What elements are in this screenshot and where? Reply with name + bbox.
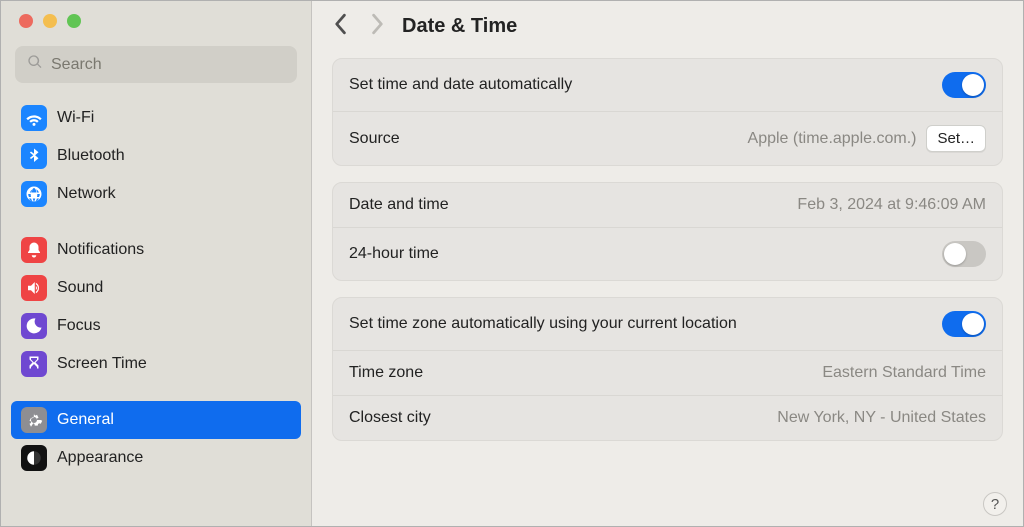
sidebar-item-bluetooth[interactable]: Bluetooth bbox=[11, 137, 301, 175]
sidebar-item-label: Notifications bbox=[57, 241, 144, 259]
timezone-panel: Set time zone automatically using your c… bbox=[332, 297, 1003, 441]
bluetooth-icon bbox=[21, 143, 47, 169]
close-window-button[interactable] bbox=[19, 14, 33, 28]
bell-icon bbox=[21, 237, 47, 263]
back-button[interactable] bbox=[332, 13, 348, 40]
forward-button[interactable] bbox=[370, 13, 386, 40]
sidebar-item-focus[interactable]: Focus bbox=[11, 307, 301, 345]
source-value: Apple (time.apple.com.) bbox=[748, 130, 917, 148]
gear-icon bbox=[21, 407, 47, 433]
sidebar-item-label: Screen Time bbox=[57, 355, 147, 373]
city-value: New York, NY - United States bbox=[777, 409, 986, 427]
city-label: Closest city bbox=[349, 409, 431, 427]
auto-time-toggle[interactable] bbox=[942, 72, 986, 98]
date-time-panel: Date and time Feb 3, 2024 at 9:46:09 AM … bbox=[332, 182, 1003, 281]
search-field[interactable] bbox=[15, 46, 297, 83]
help-button[interactable]: ? bbox=[983, 492, 1007, 516]
maximize-window-button[interactable] bbox=[67, 14, 81, 28]
sidebar-item-label: General bbox=[57, 411, 114, 429]
tz-label: Time zone bbox=[349, 364, 423, 382]
h24-toggle[interactable] bbox=[942, 241, 986, 267]
sidebar-item-network[interactable]: Network bbox=[11, 175, 301, 213]
sidebar-item-label: Wi-Fi bbox=[57, 109, 94, 127]
sidebar-item-screentime[interactable]: Screen Time bbox=[11, 345, 301, 383]
wifi-icon bbox=[21, 105, 47, 131]
sidebar-item-label: Focus bbox=[57, 317, 101, 335]
moon-icon bbox=[21, 313, 47, 339]
sidebar-item-sound[interactable]: Sound bbox=[11, 269, 301, 307]
settings-window: Wi-Fi Bluetooth Network Notifications bbox=[1, 1, 1023, 526]
globe-icon bbox=[21, 181, 47, 207]
minimize-window-button[interactable] bbox=[43, 14, 57, 28]
main-content: Date & Time Set time and date automatica… bbox=[312, 1, 1023, 526]
tz-value: Eastern Standard Time bbox=[822, 364, 986, 382]
sidebar-item-general[interactable]: General bbox=[11, 401, 301, 439]
set-source-button[interactable]: Set… bbox=[926, 125, 986, 152]
date-time-label: Date and time bbox=[349, 196, 449, 214]
source-label: Source bbox=[349, 130, 400, 148]
sidebar-item-label: Bluetooth bbox=[57, 147, 125, 165]
sidebar-item-wifi[interactable]: Wi-Fi bbox=[11, 99, 301, 137]
sidebar-item-label: Network bbox=[57, 185, 116, 203]
auto-tz-label: Set time zone automatically using your c… bbox=[349, 315, 737, 333]
speaker-icon bbox=[21, 275, 47, 301]
hourglass-icon bbox=[21, 351, 47, 377]
sidebar-item-appearance[interactable]: Appearance bbox=[11, 439, 301, 477]
content-header: Date & Time bbox=[312, 1, 1023, 52]
search-icon bbox=[27, 54, 43, 75]
auto-tz-toggle[interactable] bbox=[942, 311, 986, 337]
sidebar-item-notifications[interactable]: Notifications bbox=[11, 231, 301, 269]
search-input[interactable] bbox=[51, 56, 285, 74]
date-time-value: Feb 3, 2024 at 9:46:09 AM bbox=[797, 196, 986, 214]
sidebar-item-label: Sound bbox=[57, 279, 103, 297]
sidebar-item-label: Appearance bbox=[57, 449, 143, 467]
sidebar: Wi-Fi Bluetooth Network Notifications bbox=[1, 1, 312, 526]
h24-label: 24-hour time bbox=[349, 245, 439, 263]
window-controls bbox=[1, 1, 311, 38]
appearance-icon bbox=[21, 445, 47, 471]
auto-time-panel: Set time and date automatically Source A… bbox=[332, 58, 1003, 166]
auto-time-label: Set time and date automatically bbox=[349, 76, 572, 94]
sidebar-nav: Wi-Fi Bluetooth Network Notifications bbox=[1, 99, 311, 477]
page-title: Date & Time bbox=[402, 15, 517, 38]
